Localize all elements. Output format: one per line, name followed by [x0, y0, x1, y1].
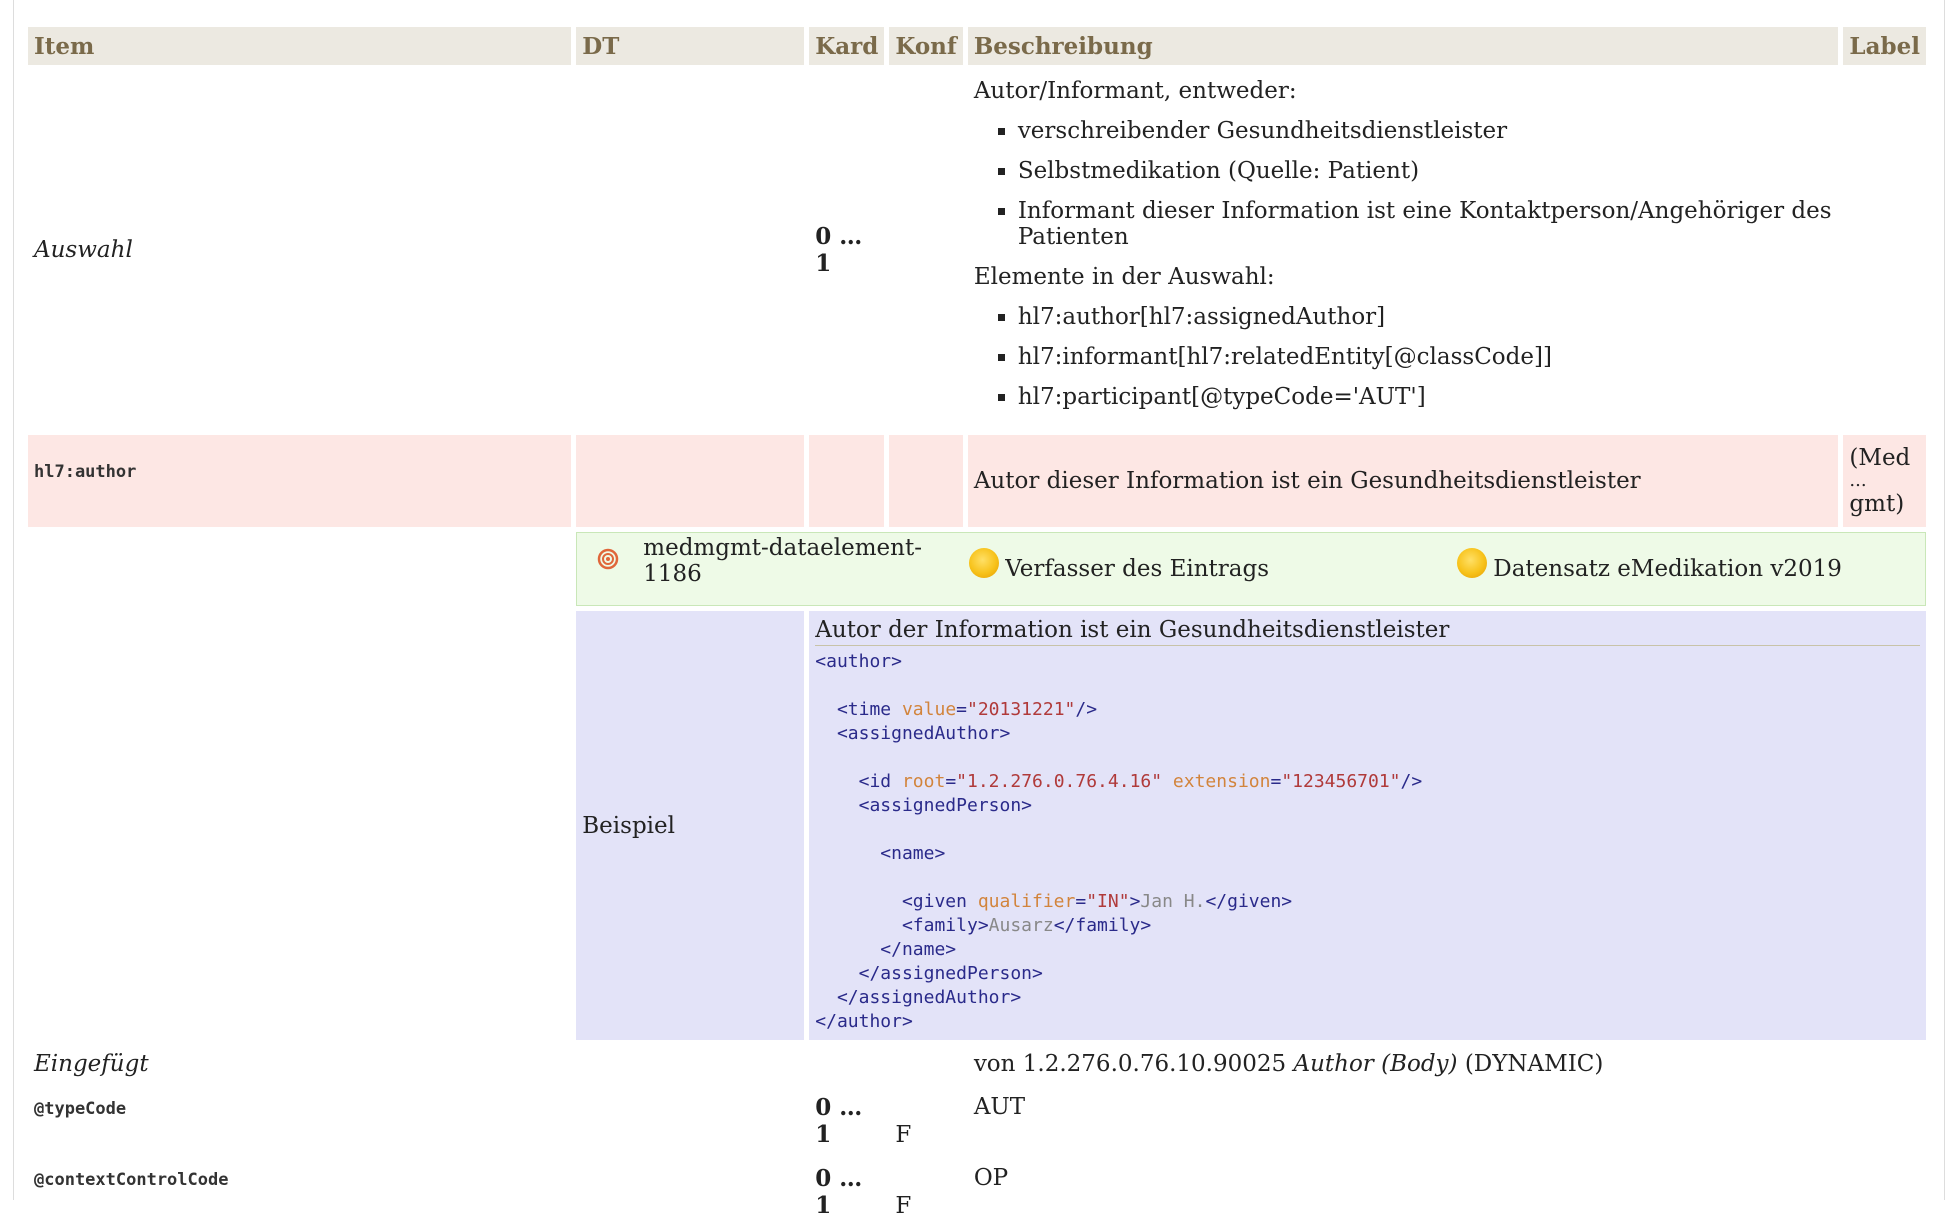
kard-contextcontrolcode: 0 … 1	[815, 1165, 863, 1219]
col-header-kard[interactable]: Kard	[809, 27, 885, 65]
desc-auswahl: Autor/Informant, entweder: verschreibend…	[968, 70, 1839, 430]
sun-icon	[1457, 548, 1488, 578]
list-item: Selbstmedikation (Quelle: Patient)	[1018, 158, 1833, 184]
code-example: <author> <time value="20131221"/> <assig…	[815, 651, 1423, 1032]
col-header-konf[interactable]: Konf	[889, 27, 963, 65]
table-row-eingefuegt: Eingefügt von 1.2.276.0.76.10.90025 Auth…	[28, 1045, 1926, 1083]
item-author[interactable]: hl7:author	[34, 462, 136, 482]
dt-cell	[576, 1159, 804, 1225]
label-cell	[1843, 1045, 1926, 1083]
sun-icon	[969, 548, 1000, 578]
template-table: Item DT Kard Konf Beschreibung Label Aus…	[23, 22, 1931, 1230]
konf-typecode: F	[895, 1122, 912, 1148]
auswahl-intro: Autor/Informant, entweder:	[973, 78, 1297, 104]
list-item[interactable]: hl7:participant[@typeCode='AUT']	[1018, 384, 1833, 410]
col-header-label[interactable]: Label	[1843, 27, 1926, 65]
desc-eingefuegt: von 1.2.276.0.76.10.90025 Author (Body) …	[968, 1045, 1839, 1083]
table-header: Item DT Kard Konf Beschreibung Label	[28, 27, 1926, 65]
label-line: ...	[1849, 470, 1867, 491]
item-typecode[interactable]: @typeCode	[34, 1099, 126, 1119]
table-row-auswahl: Auswahl 0 … 1 Autor/Informant, entweder:…	[28, 70, 1926, 430]
label-line: (Med	[1849, 445, 1911, 471]
konf-cell	[889, 1045, 962, 1083]
kard-typecode: 0 … 1	[815, 1094, 863, 1148]
desc-contextcontrolcode: OP	[973, 1165, 1009, 1191]
dt-cell	[576, 435, 805, 527]
konf-cell	[889, 435, 963, 527]
table-row-author: hl7:author Autor dieser Information ist …	[28, 435, 1926, 527]
kard-auswahl: 0 … 1	[815, 223, 863, 277]
desc-author: Autor dieser Information ist ein Gesundh…	[967, 435, 1839, 527]
table-row-beispiel: Beispiel Autor der Information ist ein G…	[28, 611, 1926, 1040]
label-author[interactable]: (Med ... gmt)	[1843, 435, 1926, 527]
table-row-contextcontrolcode: @contextControlCode 0 … 1 F OP	[28, 1159, 1926, 1225]
item-auswahl: Auswahl	[34, 237, 133, 263]
table-row-dataelement: medmgmt-dataelement-1186 Verfasser des E…	[28, 532, 1926, 606]
kard-cell	[809, 435, 885, 527]
item-eingefuegt: Eingefügt	[34, 1051, 149, 1077]
dataelement-box: medmgmt-dataelement-1186 Verfasser des E…	[576, 532, 1926, 606]
konf-contextcontrolcode: F	[895, 1193, 912, 1219]
target-icon	[598, 548, 619, 570]
beispiel-title: Autor der Information ist ein Gesundheit…	[815, 617, 1920, 646]
kard-cell	[809, 1045, 884, 1083]
beispiel-code-cell: Autor der Information ist ein Gesundheit…	[809, 611, 1926, 1040]
eingefuegt-prefix: von 1.2.276.0.76.10.90025	[973, 1051, 1294, 1077]
eingefuegt-link[interactable]: Author (Body)	[1293, 1051, 1457, 1077]
list-item[interactable]: hl7:informant[hl7:relatedEntity[@classCo…	[1018, 344, 1833, 370]
list-item[interactable]: hl7:author[hl7:assignedAuthor]	[1018, 304, 1833, 330]
dt-cell	[576, 70, 804, 430]
dataelement-id[interactable]: medmgmt-dataelement-1186	[643, 535, 969, 587]
empty-cell	[28, 532, 571, 606]
auswahl-elements-list: hl7:author[hl7:assignedAuthor] hl7:infor…	[992, 304, 1833, 410]
label-cell	[1843, 1088, 1926, 1154]
label-cell	[1843, 70, 1926, 430]
dt-cell	[576, 1045, 804, 1083]
auswahl-elements-intro: Elemente in der Auswahl:	[973, 264, 1275, 290]
col-header-item[interactable]: Item	[28, 27, 572, 65]
empty-cell	[28, 611, 571, 1040]
dt-cell	[576, 1088, 804, 1154]
label-cell	[1843, 1159, 1926, 1225]
beispiel-label: Beispiel	[576, 611, 805, 1040]
dataelement-dataset[interactable]: Datensatz eMedikation v2019	[1493, 556, 1842, 582]
table-row-typecode: @typeCode 0 … 1 F AUT	[28, 1088, 1926, 1154]
dataelement-concept[interactable]: Verfasser des Eintrags	[1005, 556, 1457, 582]
label-line: gmt)	[1849, 491, 1905, 517]
col-header-beschreibung[interactable]: Beschreibung	[967, 27, 1839, 65]
desc-typecode: AUT	[973, 1094, 1026, 1120]
eingefuegt-suffix: (DYNAMIC)	[1457, 1051, 1604, 1077]
auswahl-options-list: verschreibender Gesundheitsdienstleister…	[992, 118, 1833, 250]
item-contextcontrolcode[interactable]: @contextControlCode	[34, 1170, 228, 1190]
col-header-dt[interactable]: DT	[576, 27, 805, 65]
konf-cell	[889, 70, 962, 430]
list-item: Informant dieser Information ist eine Ko…	[1018, 198, 1833, 250]
list-item: verschreibender Gesundheitsdienstleister	[1018, 118, 1833, 144]
